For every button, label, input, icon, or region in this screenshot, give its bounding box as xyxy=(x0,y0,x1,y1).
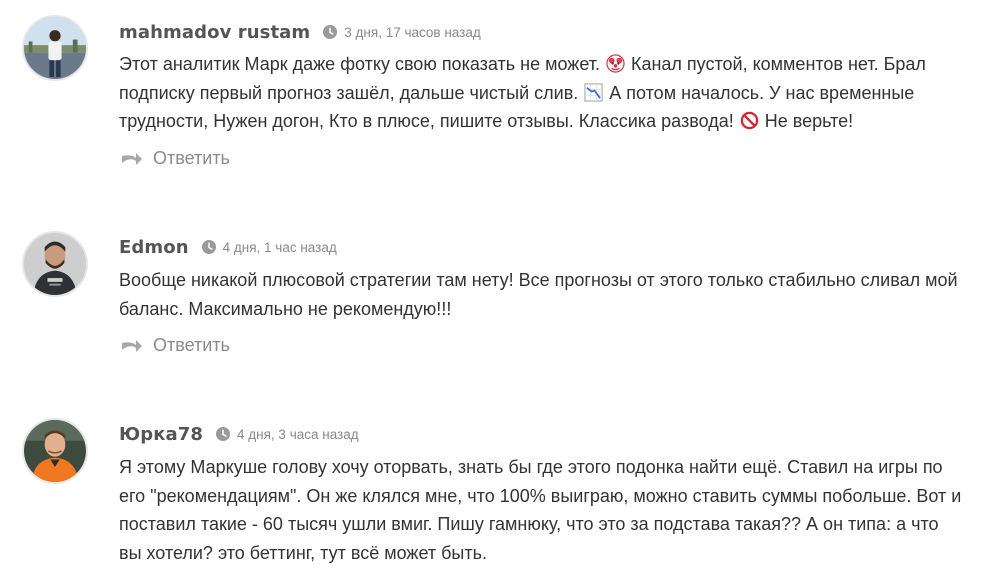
user-photo-icon xyxy=(24,233,86,295)
clown-face-icon xyxy=(606,54,625,73)
clock-icon xyxy=(323,25,338,39)
comment-author[interactable]: Edmon xyxy=(119,237,189,258)
reply-button[interactable]: Ответить xyxy=(121,146,230,170)
comment-timestamp[interactable]: 3 дня, 17 часов назад xyxy=(344,25,480,40)
comment-timestamp[interactable]: 4 дня, 1 час назад xyxy=(223,240,337,255)
clock-icon xyxy=(216,427,231,441)
comment-text-part: Вообще никакой плюсовой стратегии там не… xyxy=(119,270,958,319)
user-photo-icon xyxy=(24,420,86,482)
avatar[interactable] xyxy=(22,15,88,81)
prohibited-icon xyxy=(740,111,759,130)
comment-text: Вообще никакой плюсовой стратегии там не… xyxy=(119,266,964,323)
comment-text-part: Не верьте! xyxy=(759,111,854,131)
avatar[interactable] xyxy=(22,418,88,484)
comment-text: Я этому Маркуше голову хочу оторвать, зн… xyxy=(119,453,964,567)
comment-text-part: Этот аналитик Марк даже фотку свою показ… xyxy=(119,54,605,74)
reply-arrow-icon xyxy=(121,149,143,167)
comment-text: Этот аналитик Марк даже фотку свою показ… xyxy=(119,50,964,136)
reply-button[interactable]: Ответить xyxy=(121,333,230,357)
reply-label: Ответить xyxy=(153,334,230,355)
user-photo-icon xyxy=(24,17,86,79)
clock-icon xyxy=(201,240,216,254)
avatar[interactable] xyxy=(22,231,88,297)
comment-text-part: Я этому Маркуше голову хочу оторвать, зн… xyxy=(119,457,962,563)
comment-author[interactable]: mahmadov rustam xyxy=(119,22,310,43)
reply-label: Ответить xyxy=(153,147,230,168)
comment-timestamp[interactable]: 4 дня, 3 часа назад xyxy=(237,427,359,442)
comment-author[interactable]: Юрка78 xyxy=(119,424,203,445)
reply-arrow-icon xyxy=(121,336,143,354)
chart-decreasing-icon xyxy=(584,82,603,102)
